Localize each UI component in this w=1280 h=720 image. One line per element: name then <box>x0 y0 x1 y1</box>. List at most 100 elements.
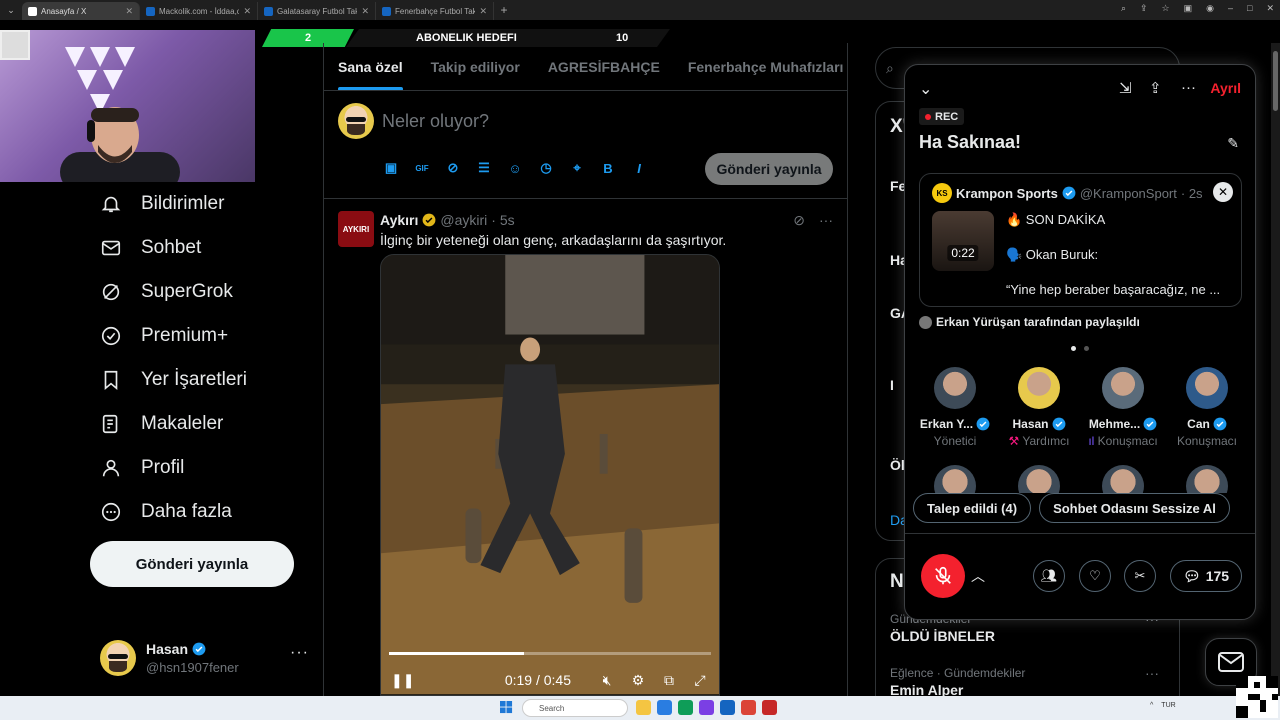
browser-tab[interactable]: Fenerbahçe Futbol Takımı - 202...✕ <box>376 2 494 20</box>
grok-icon[interactable]: ⊘ <box>793 212 805 229</box>
chevron-up-icon[interactable]: ︿ <box>971 566 985 586</box>
app-icon[interactable] <box>762 700 777 715</box>
participant[interactable]: Mehme... ıl Konuşmacı <box>1081 367 1165 448</box>
feed-tab[interactable]: Takip ediliyor <box>431 43 520 90</box>
more-icon[interactable]: ··· <box>290 644 309 662</box>
close-window-button[interactable]: ✕ <box>1266 3 1274 14</box>
sidebar-item-profile[interactable]: Profil <box>90 446 310 490</box>
chrome-icon[interactable] <box>741 700 756 715</box>
post-button[interactable]: Gönderi yayınla <box>90 541 294 587</box>
participant[interactable] <box>997 465 1081 493</box>
zoom-icon[interactable]: ⌕ <box>1121 3 1126 14</box>
participant[interactable] <box>1081 465 1165 493</box>
scrollbar-thumb[interactable] <box>1273 51 1278 111</box>
scrollbar[interactable] <box>1271 43 1280 696</box>
tab-search-icon[interactable]: ⌄ <box>0 5 22 16</box>
mute-room-button[interactable]: Sohbet Odasını Sessize Al <box>1039 493 1230 523</box>
fullscreen-icon[interactable]: ⤢ <box>691 672 709 689</box>
sidebar-item-bell[interactable]: Bildirimler <box>90 182 310 226</box>
language-indicator[interactable]: TUR <box>1161 702 1175 709</box>
shared-post-card[interactable]: KS Krampon Sports @KramponSport · 2s ✕ 0… <box>919 173 1242 307</box>
settings-icon[interactable]: ⚙ <box>629 672 647 689</box>
bold-icon[interactable]: B <box>599 159 617 177</box>
account-switcher[interactable]: Hasan @hsn1907fener ··· <box>100 638 310 678</box>
edge-icon[interactable] <box>657 700 672 715</box>
list-item[interactable]: Öl <box>890 457 905 473</box>
participant[interactable] <box>1165 465 1249 493</box>
carousel-dot[interactable] <box>1084 346 1089 351</box>
app-icon[interactable] <box>720 700 735 715</box>
file-explorer-icon[interactable] <box>636 700 651 715</box>
shared-post-thumbnail[interactable]: 0:22 <box>932 211 994 271</box>
browser-tab[interactable]: Mackolik.com - İddaa,canlı ma...✕ <box>140 2 258 20</box>
extensions-icon[interactable]: ▣ <box>1184 3 1193 14</box>
windows-start-icon[interactable] <box>500 701 513 714</box>
compose-input[interactable]: Neler oluyor? <box>382 111 489 132</box>
participants-button[interactable]: 👥︎ <box>1033 560 1065 592</box>
app-icon[interactable] <box>678 700 693 715</box>
image-icon[interactable]: ▣ <box>382 159 400 177</box>
close-icon[interactable]: ✕ <box>1213 182 1233 202</box>
sidebar-item-verified-badge[interactable]: Premium+ <box>90 314 310 358</box>
poll-icon[interactable]: ☰ <box>475 159 493 177</box>
compose-submit-button[interactable]: Gönderi yayınla <box>705 153 833 185</box>
sidebar-item-bookmark[interactable]: Yer İşaretleri <box>90 358 310 402</box>
tweet-time[interactable]: · 5s <box>491 212 514 228</box>
new-tab-button[interactable]: + <box>494 3 514 17</box>
close-tab-icon[interactable]: ✕ <box>479 6 487 17</box>
app-icon[interactable] <box>699 700 714 715</box>
participant[interactable]: Hasan ⚒ Yardımcı <box>997 367 1081 448</box>
minimize-space-icon[interactable]: ⇲ <box>1119 79 1132 97</box>
bookmark-star-icon[interactable]: ☆ <box>1162 3 1170 14</box>
comments-button[interactable]: 💬︎ 175 <box>1170 560 1242 592</box>
italic-icon[interactable]: I <box>630 159 648 177</box>
grok-icon[interactable]: ⊘ <box>444 159 462 177</box>
browser-tab[interactable]: Galatasaray Futbol Takımı - 202...✕ <box>258 2 376 20</box>
tweet[interactable]: AYKIRI Aykırı @aykiri · 5s ⊘ ··· İlginç … <box>324 199 847 696</box>
sidebar-item-mail[interactable]: Sohbet <box>90 226 310 270</box>
carousel-dot[interactable] <box>1071 346 1076 351</box>
tweet-author-avatar[interactable]: AYKIRI <box>338 211 374 247</box>
share-icon[interactable]: ⇪ <box>1140 3 1148 14</box>
mic-muted-button[interactable] <box>921 554 965 598</box>
trend-name[interactable]: ÖLDÜ İBNELER <box>890 628 995 644</box>
participant[interactable]: Erkan Y... Yönetici <box>913 367 997 448</box>
requests-button[interactable]: Talep edildi (4) <box>913 493 1032 523</box>
feed-tab[interactable]: AGRESİFBAHÇE <box>548 43 660 90</box>
leave-space-button[interactable]: Ayrıl <box>1210 80 1241 96</box>
profile-icon[interactable]: ◉ <box>1206 3 1214 14</box>
list-item[interactable]: I <box>890 377 894 393</box>
close-tab-icon[interactable]: ✕ <box>243 6 251 17</box>
sidebar-item-more-circle[interactable]: Daha fazla <box>90 490 310 534</box>
more-icon[interactable]: ··· <box>1145 665 1159 681</box>
tweet-video[interactable]: ❚❚ 0:19 / 0:45 🔇︎ ⚙ ⧉ ⤢ <box>380 254 720 696</box>
sidebar-item-grok[interactable]: SuperGrok <box>90 270 310 314</box>
video-progress-bar[interactable] <box>389 652 711 655</box>
taskbar-search[interactable]: Search <box>522 699 628 717</box>
minimize-button[interactable]: – <box>1228 3 1233 14</box>
more-icon[interactable]: ··· <box>819 212 833 229</box>
gif-icon[interactable]: GIF <box>413 159 431 177</box>
close-tab-icon[interactable]: ✕ <box>361 6 369 17</box>
collapse-chevron-icon[interactable]: ⌄ <box>919 79 932 99</box>
location-icon[interactable]: ⌖ <box>568 159 586 177</box>
tweet-author-name[interactable]: Aykırı <box>380 212 418 228</box>
tray-chevron-icon[interactable]: ^ <box>1150 702 1153 709</box>
share-icon[interactable]: ⇪ <box>1149 79 1162 97</box>
mute-icon[interactable]: 🔇︎ <box>598 672 616 689</box>
pip-icon[interactable]: ⧉ <box>660 672 678 689</box>
participant[interactable]: Can Konuşmacı <box>1165 367 1249 448</box>
react-button[interactable]: ♡ <box>1079 560 1111 592</box>
sidebar-item-article[interactable]: Makaleler <box>90 402 310 446</box>
maximize-button[interactable]: □ <box>1247 3 1252 14</box>
emoji-icon[interactable]: ☺ <box>506 159 524 177</box>
more-icon[interactable]: ··· <box>1181 79 1196 96</box>
pause-icon[interactable]: ❚❚ <box>391 672 414 689</box>
feed-tab[interactable]: Sana özel <box>338 43 403 90</box>
clip-button[interactable]: ✂ <box>1124 560 1156 592</box>
edit-icon[interactable]: ✎ <box>1227 135 1239 152</box>
schedule-icon[interactable]: ◷ <box>537 159 555 177</box>
feed-tab[interactable]: Fenerbahçe Muhafızları <box>688 43 844 90</box>
tweet-author-handle[interactable]: @aykiri <box>440 212 487 228</box>
participant[interactable] <box>913 465 997 493</box>
